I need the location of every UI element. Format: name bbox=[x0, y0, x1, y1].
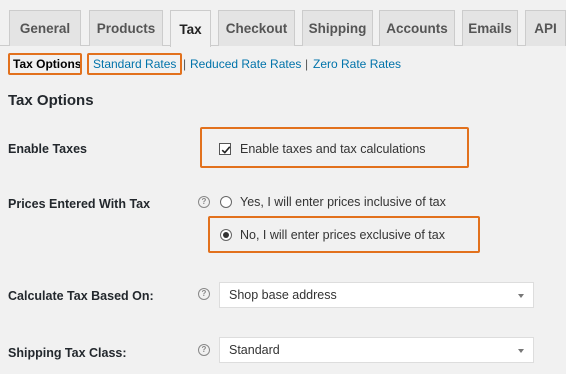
subnav-separator: | bbox=[305, 57, 309, 71]
tab-accounts[interactable]: Accounts bbox=[379, 10, 455, 46]
subnav-separator: | bbox=[183, 57, 187, 71]
tab-checkout[interactable]: Checkout bbox=[218, 10, 295, 46]
calculate-tax-based-on-label: Calculate Tax Based On: bbox=[8, 289, 154, 303]
prices-exclusive-radio[interactable] bbox=[220, 229, 232, 241]
tab-emails[interactable]: Emails bbox=[462, 10, 518, 46]
enable-taxes-checkbox-label[interactable]: Enable taxes and tax calculations bbox=[240, 142, 426, 156]
select-value: Shop base address bbox=[229, 288, 337, 302]
shipping-tax-class-select[interactable]: Standard bbox=[219, 337, 534, 363]
subnav-zero-rate-rates[interactable]: Zero Rate Rates bbox=[313, 54, 401, 76]
tab-products[interactable]: Products bbox=[89, 10, 163, 46]
select-value: Standard bbox=[229, 343, 280, 357]
subnav-standard-rates[interactable]: Standard Rates bbox=[93, 54, 176, 76]
enable-taxes-label: Enable Taxes bbox=[8, 142, 87, 156]
calculate-tax-based-on-select[interactable]: Shop base address bbox=[219, 282, 534, 308]
tax-subnav: Tax Options Standard Rates | Reduced Rat… bbox=[0, 54, 566, 76]
question-circle-icon[interactable]: ? bbox=[198, 196, 210, 208]
tab-tax[interactable]: Tax bbox=[170, 10, 211, 47]
subnav-tax-options[interactable]: Tax Options bbox=[13, 54, 81, 76]
chevron-down-icon bbox=[518, 349, 524, 353]
question-circle-icon[interactable]: ? bbox=[198, 288, 210, 300]
prices-inclusive-label[interactable]: Yes, I will enter prices inclusive of ta… bbox=[240, 195, 446, 209]
tab-shipping[interactable]: Shipping bbox=[302, 10, 373, 46]
prices-exclusive-label[interactable]: No, I will enter prices exclusive of tax bbox=[240, 228, 445, 242]
checkmark-icon bbox=[221, 146, 231, 154]
enable-taxes-checkbox[interactable] bbox=[219, 143, 231, 155]
tab-api[interactable]: API bbox=[525, 10, 566, 46]
tab-general[interactable]: General bbox=[9, 10, 81, 46]
question-circle-icon[interactable]: ? bbox=[198, 344, 210, 356]
prices-entered-label: Prices Entered With Tax bbox=[8, 197, 151, 211]
section-title: Tax Options bbox=[8, 92, 94, 109]
chevron-down-icon bbox=[518, 294, 524, 298]
subnav-reduced-rate-rates[interactable]: Reduced Rate Rates bbox=[190, 54, 301, 76]
settings-tab-bar: General Products Tax Checkout Shipping A… bbox=[0, 0, 566, 47]
prices-inclusive-radio[interactable] bbox=[220, 196, 232, 208]
shipping-tax-class-label: Shipping Tax Class: bbox=[8, 346, 127, 360]
